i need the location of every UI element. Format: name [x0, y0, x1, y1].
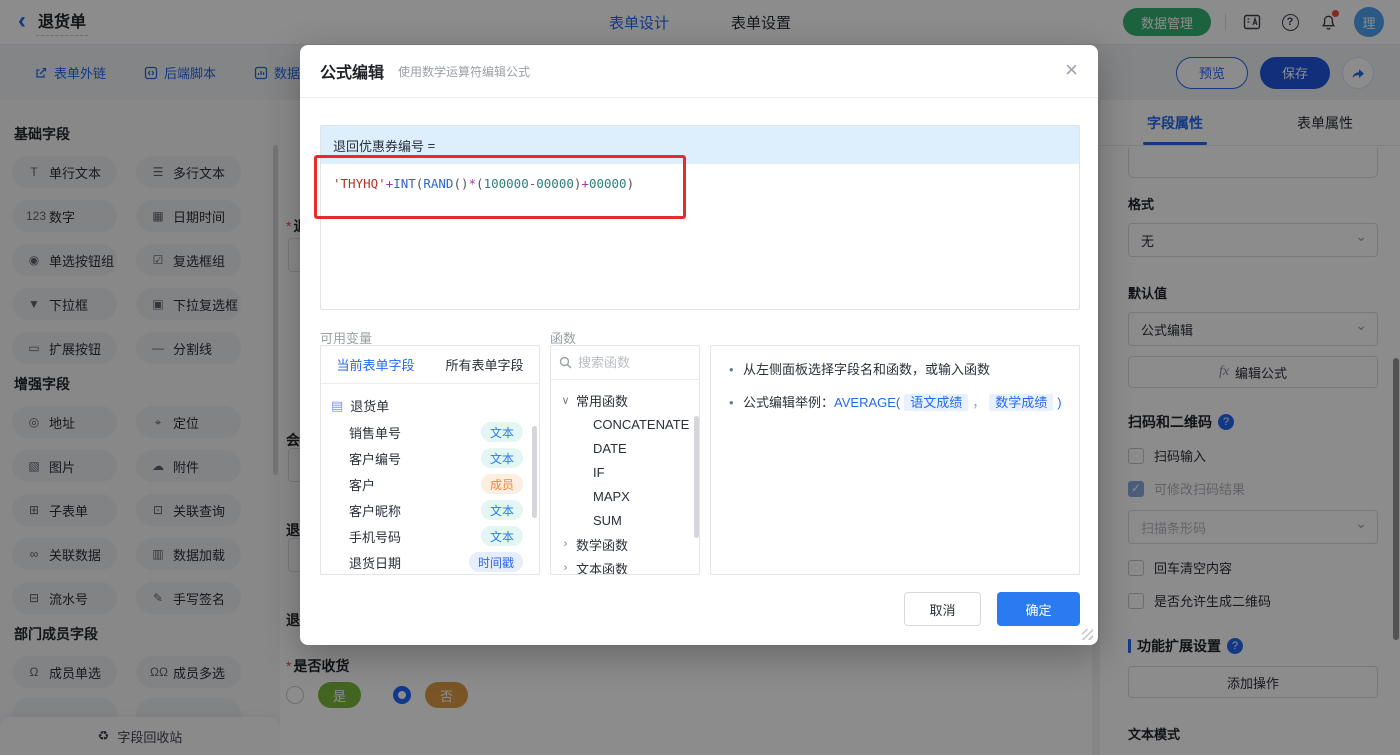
example-field-chip: 数学成绩	[989, 393, 1054, 411]
function-search	[551, 346, 699, 380]
function-tree-row[interactable]: › 文本函数	[559, 556, 695, 575]
function-tree-row[interactable]: SUM	[559, 508, 695, 532]
function-tree-row[interactable]: CONCATENATE	[559, 412, 695, 436]
field-type-badge: 成员	[480, 474, 523, 494]
function-tree-row[interactable]: › 数学函数	[559, 532, 695, 556]
field-type-badge: 文本	[480, 422, 523, 442]
modal-subtitle: 使用数学运算符编辑公式	[398, 64, 531, 79]
function-tree-row[interactable]: IF	[559, 460, 695, 484]
tab-current-form-fields[interactable]: 当前表单字段	[321, 355, 430, 374]
field-type-badge: 文本	[480, 500, 523, 520]
formula-token: *	[468, 176, 477, 191]
close-icon[interactable]: ×	[1065, 59, 1078, 81]
formula-editor: 退回优惠券编号 = 'THYHQ'+INT(RAND()*(100000-000…	[320, 125, 1080, 310]
example-field-chip: 语文成绩	[904, 393, 969, 411]
variable-item[interactable]: 客户编号 文本	[331, 445, 531, 471]
function-search-input[interactable]	[578, 355, 678, 370]
formula-token: 100000	[483, 176, 529, 191]
modal-header: 公式编辑 使用数学运算符编辑公式 ×	[300, 45, 1098, 98]
chevron-icon: ›	[563, 538, 568, 550]
field-type-badge: 时间戳	[468, 552, 523, 572]
help-bullet-2: 公式编辑举例：AVERAGE(语文成绩，数学成绩)	[727, 393, 1063, 413]
formula-token: (	[476, 176, 484, 191]
search-icon	[559, 356, 572, 369]
formula-target: 退回优惠券编号 =	[321, 126, 1079, 164]
function-tree-row[interactable]: DATE	[559, 436, 695, 460]
variable-item[interactable]: 客户昵称 文本	[331, 497, 531, 523]
variable-root-form[interactable]: ▤ 退货单	[331, 392, 531, 419]
functions-scrollbar[interactable]	[694, 416, 699, 538]
variables-panel: 当前表单字段 所有表单字段 ▤ 退货单 销售单号 文本 客户编号 文本 客户 成…	[320, 345, 540, 575]
formula-edit-modal: 公式编辑 使用数学运算符编辑公式 × 退回优惠券编号 = 'THYHQ' + INT…	[300, 45, 1098, 645]
cancel-button[interactable]: 取消	[904, 592, 981, 626]
variable-item[interactable]: 退货日期 时间戳	[331, 549, 531, 574]
formula-token: +	[581, 176, 589, 191]
chevron-icon: ∨	[561, 394, 570, 407]
modal-title: 公式编辑	[320, 65, 385, 82]
formula-token: 00000	[588, 176, 627, 191]
formula-token: 'THYHQ'	[333, 176, 386, 191]
formula-token: 00000	[536, 176, 574, 191]
formula-input[interactable]: 'THYHQ'+INT(RAND()*(100000-00000)+00000)	[321, 164, 1079, 203]
field-type-badge: 文本	[480, 526, 523, 546]
function-tree-row[interactable]: MAPX	[559, 484, 695, 508]
tab-all-form-fields[interactable]: 所有表单字段	[430, 355, 539, 374]
formula-token: INT	[393, 176, 416, 191]
field-type-badge: 文本	[480, 448, 523, 468]
variables-scrollbar[interactable]	[532, 426, 537, 518]
functions-panel: ∨ 常用函数 CONCATENATE DATE	[550, 345, 700, 575]
chevron-icon: ›	[563, 562, 568, 574]
formula-token: RAND	[423, 176, 454, 191]
function-tree-row[interactable]: ∨ 常用函数	[559, 388, 695, 412]
variable-item[interactable]: 销售单号 文本	[331, 419, 531, 445]
form-designer-screen: ‹ 退货单 表单设计 表单设置 数据管理 ? 理 表单外链 后端脚本 预览 保存…	[0, 0, 1400, 755]
formula-help-panel: 从左侧面板选择字段名和函数，或输入函数 公式编辑举例：AVERAGE(语文成绩，…	[710, 345, 1080, 575]
resize-handle[interactable]	[1082, 629, 1093, 640]
form-doc-icon: ▤	[331, 397, 344, 413]
formula-token: )	[626, 176, 635, 191]
help-bullet-1: 从左侧面板选择字段名和函数，或输入函数	[727, 360, 1063, 380]
confirm-button[interactable]: 确定	[997, 592, 1080, 626]
formula-token: ()	[453, 176, 469, 191]
variable-item[interactable]: 客户 成员	[331, 471, 531, 497]
variable-item[interactable]: 手机号码 文本	[331, 523, 531, 549]
